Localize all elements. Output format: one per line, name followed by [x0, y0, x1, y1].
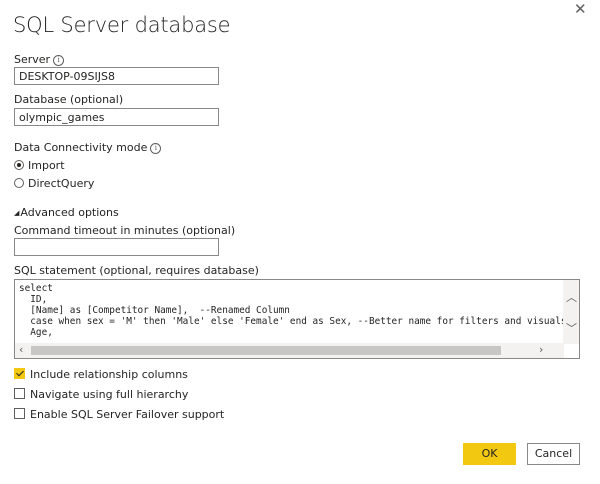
database-label: Database (optional)	[14, 93, 124, 106]
dialog-title: SQL Server database	[13, 13, 231, 37]
ok-button[interactable]: OK	[463, 443, 516, 465]
radio-import[interactable]: Import	[14, 159, 65, 172]
failover-support-checkbox[interactable]: Enable SQL Server Failover support	[14, 408, 224, 421]
server-label-text: Server	[14, 53, 51, 66]
include-relationship-label: Include relationship columns	[30, 368, 188, 381]
connectivity-label: Data Connectivity mode i	[14, 141, 162, 154]
server-label: Server i	[14, 53, 65, 66]
cancel-button[interactable]: Cancel	[527, 443, 580, 465]
radio-directquery[interactable]: DirectQuery	[14, 177, 94, 190]
scroll-left-icon[interactable]: ‹	[19, 344, 23, 355]
radio-import-label: Import	[28, 159, 65, 172]
scroll-right-icon[interactable]: ›	[539, 344, 543, 355]
triangle-down-icon: ◢	[14, 209, 20, 217]
database-input[interactable]: olympic_games	[14, 108, 219, 126]
advanced-options-toggle[interactable]: ◢Advanced options	[14, 206, 119, 219]
connectivity-label-text: Data Connectivity mode	[14, 141, 148, 154]
navigate-hierarchy-label: Navigate using full hierarchy	[30, 388, 189, 401]
sql-statement-textarea[interactable]: select ID, [Name] as [Competitor Name], …	[14, 279, 580, 359]
vertical-scrollbar[interactable]: ︿ ﹀	[563, 280, 579, 344]
radio-directquery-label: DirectQuery	[28, 177, 95, 190]
info-icon: i	[150, 143, 162, 154]
horizontal-scrollbar[interactable]: ‹ ›	[15, 343, 564, 358]
include-relationship-checkbox[interactable]: Include relationship columns	[14, 368, 188, 381]
checkbox-unchecked-icon[interactable]	[14, 388, 25, 399]
server-input[interactable]: DESKTOP-09SIJS8	[14, 67, 219, 85]
navigate-hierarchy-checkbox[interactable]: Navigate using full hierarchy	[14, 388, 188, 401]
timeout-label: Command timeout in minutes (optional)	[14, 224, 236, 237]
checkbox-checked-icon[interactable]	[14, 368, 25, 379]
close-icon[interactable]: ✕	[574, 2, 587, 17]
advanced-options-label: Advanced options	[20, 206, 119, 219]
timeout-input[interactable]	[14, 238, 219, 256]
sql-label: SQL statement (optional, requires databa…	[14, 264, 259, 277]
info-icon: i	[53, 55, 65, 66]
radio-unselected-icon[interactable]	[14, 178, 24, 188]
horizontal-scroll-thumb[interactable]	[31, 346, 501, 355]
radio-selected-icon[interactable]	[14, 160, 24, 170]
failover-support-label: Enable SQL Server Failover support	[30, 408, 225, 421]
checkbox-unchecked-icon[interactable]	[14, 408, 25, 419]
scroll-down-icon[interactable]: ﹀	[566, 323, 577, 334]
scroll-up-icon[interactable]: ︿	[566, 292, 577, 303]
sql-text[interactable]: select ID, [Name] as [Competitor Name], …	[15, 280, 579, 341]
